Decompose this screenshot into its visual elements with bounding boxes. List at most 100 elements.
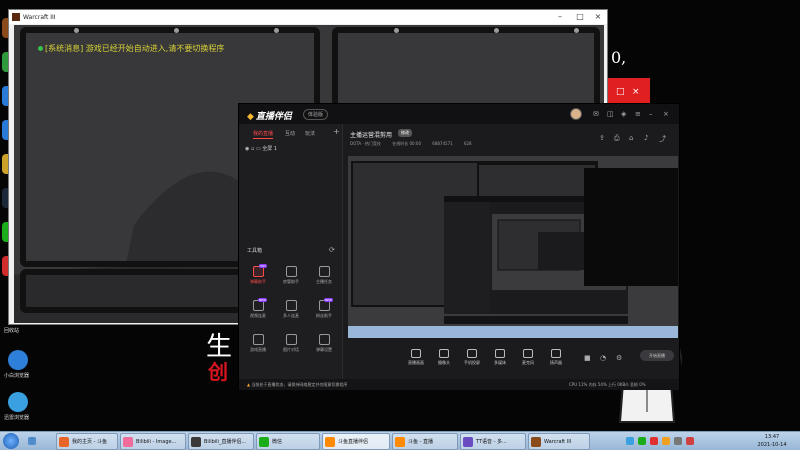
system-message: [系统消息] 游戏已经开始自动进入,请不要切换程序 bbox=[38, 43, 224, 54]
tool-label: 弹幕助手 bbox=[250, 279, 266, 284]
scene-item[interactable]: ◉ ▫ ▭ 全屏 1 bbox=[245, 145, 277, 152]
taskbar-app-icon bbox=[259, 437, 269, 447]
control-button[interactable]: 麦克风 bbox=[514, 349, 542, 366]
tab-play[interactable]: 玩法 bbox=[305, 130, 315, 137]
gift-icon[interactable]: ◫ bbox=[607, 110, 614, 118]
stream-preview[interactable] bbox=[348, 156, 678, 338]
room-meta: DOTA · 热门竞技 在线时长 00:00 68874571 628 bbox=[350, 141, 482, 147]
control-button[interactable]: 摄像头 bbox=[430, 349, 458, 366]
live-app-window[interactable]: ◆ 直播伴侣 体验版 ✉ ◫ ◈ ≡ – × 我的直播 互动 玩法 + ◉ ▫ ▭… bbox=[238, 103, 680, 390]
taskbar-app-icon bbox=[123, 437, 133, 447]
go-live-button[interactable]: 开始直播 bbox=[640, 350, 674, 361]
toolbox-title: 工具箱 bbox=[247, 248, 263, 254]
taskbar-button[interactable]: Bilibili_直播伴侣... bbox=[188, 433, 254, 450]
refresh-icon[interactable]: ⟳ bbox=[329, 246, 335, 254]
control-label: 直播画面 bbox=[408, 360, 424, 365]
taskbar-label: Bilibili_直播伴侣... bbox=[204, 439, 247, 445]
taskbar-button[interactable]: Warcraft III bbox=[528, 433, 590, 450]
tab-my-live[interactable]: 我的直播 bbox=[253, 130, 274, 139]
room-edit-button[interactable]: 修改 bbox=[398, 129, 412, 137]
print-icon[interactable]: ⎙ bbox=[614, 134, 620, 143]
room-duration: 在线时长 00:00 bbox=[392, 141, 422, 146]
taskbar-button[interactable]: 斗鱼直播伴侣 bbox=[322, 433, 390, 450]
control-icon bbox=[411, 349, 421, 358]
room-category: DOTA · 热门竞技 bbox=[350, 141, 381, 146]
tool-item[interactable]: 游戏直播 bbox=[243, 334, 273, 353]
clock-date: 2021-10-14 bbox=[757, 442, 787, 448]
red-box-glyph-2: × bbox=[632, 87, 640, 97]
tool-label: 弹幕设置 bbox=[316, 347, 332, 352]
minimize-icon[interactable]: – bbox=[649, 110, 653, 118]
tray-qq-icon[interactable] bbox=[626, 437, 634, 445]
link-icon[interactable]: ⤴ bbox=[659, 134, 666, 144]
control-button[interactable]: 扬声器 bbox=[542, 349, 570, 366]
tool-item[interactable]: 弹幕设置 bbox=[309, 334, 339, 353]
tray-antivirus-icon[interactable] bbox=[650, 437, 658, 445]
taskbar-button[interactable]: 我的主页 - 斗鱼 bbox=[56, 433, 118, 450]
lock-icon[interactable]: ⌂ bbox=[629, 134, 633, 142]
thunder-browser-icon[interactable] bbox=[8, 392, 28, 412]
taskbar-label: 斗鱼直播伴侣 bbox=[338, 439, 369, 445]
avatar[interactable] bbox=[570, 108, 582, 120]
warcraft-titlebar[interactable]: Warcraft III – □ × bbox=[9, 10, 607, 24]
rivet bbox=[494, 28, 499, 33]
flame-icon: ◆ bbox=[247, 112, 254, 122]
taskbar-label: 我的主页 - 斗鱼 bbox=[72, 439, 107, 445]
close-icon[interactable]: × bbox=[663, 110, 669, 118]
tray-ime-icon[interactable] bbox=[686, 437, 694, 445]
live-app-header[interactable]: ◆ 直播伴侣 体验版 ✉ ◫ ◈ ≡ – × bbox=[239, 104, 679, 124]
control-button[interactable]: 手机投屏 bbox=[458, 349, 486, 366]
menu-icon[interactable]: ≡ bbox=[635, 110, 641, 118]
taskbar-button[interactable]: Bilibili - Image... bbox=[120, 433, 186, 450]
skin-icon[interactable]: ◈ bbox=[621, 110, 626, 118]
camera-icon[interactable]: ■ bbox=[584, 354, 591, 362]
tool-item[interactable]: 主播任务 bbox=[309, 266, 339, 285]
minimize-button[interactable]: – bbox=[549, 10, 571, 24]
tool-item[interactable]: NEW 视频连麦 bbox=[243, 298, 273, 319]
tool-label: 房管助手 bbox=[283, 279, 299, 284]
taskbar-button[interactable]: TT语音 - 多... bbox=[460, 433, 526, 450]
share-icon[interactable]: ⇪ bbox=[599, 134, 605, 142]
tray-volume-icon[interactable] bbox=[662, 437, 670, 445]
control-icon bbox=[523, 349, 533, 358]
tool-item[interactable]: 房管助手 bbox=[276, 266, 306, 285]
taskbar-label: Bilibili - Image... bbox=[136, 439, 177, 445]
tray-wechat-icon[interactable] bbox=[638, 437, 646, 445]
desktop-app-label[interactable]: 迅雷浏览器 bbox=[4, 414, 29, 421]
taskbar-button[interactable]: 斗鱼 - 直播 bbox=[392, 433, 458, 450]
tool-item[interactable]: NEW 粉丝助手 bbox=[309, 298, 339, 319]
room-id: 68874571 bbox=[432, 141, 453, 146]
browser-icon[interactable] bbox=[8, 350, 28, 370]
taskbar-button[interactable]: 微信 bbox=[256, 433, 320, 450]
taskbar-app-icon bbox=[191, 437, 201, 447]
recycle-bin-label[interactable]: 回收站 bbox=[4, 327, 19, 334]
mail-icon[interactable]: ✉ bbox=[593, 110, 599, 118]
add-scene-button[interactable]: + bbox=[333, 127, 340, 136]
control-button[interactable]: 多媒体 bbox=[486, 349, 514, 366]
settings-gear-icon[interactable]: ⚙ bbox=[616, 354, 622, 362]
tool-icon bbox=[285, 266, 297, 277]
start-button[interactable] bbox=[3, 433, 19, 449]
version-tag[interactable]: 体验版 bbox=[303, 109, 329, 120]
tab-interact[interactable]: 互动 bbox=[285, 130, 295, 137]
desktop-app-label[interactable]: 小白浏览器 bbox=[4, 372, 29, 379]
circle-icon[interactable]: ◔ bbox=[600, 354, 606, 362]
tool-item[interactable]: 图片对话 bbox=[276, 334, 306, 353]
tool-label: 图片对话 bbox=[283, 347, 299, 352]
tray-network-icon[interactable] bbox=[674, 437, 682, 445]
control-button[interactable]: 直播画面 bbox=[402, 349, 430, 366]
taskbar-app-icon bbox=[325, 437, 335, 447]
eye-icon: ◉ bbox=[245, 146, 250, 152]
desktop-corner-text: 0, bbox=[611, 48, 627, 67]
bell-icon[interactable]: ♪ bbox=[644, 134, 648, 142]
status-footer: ▲ 当前处于直播状态，请保持网络稳定并勿随意切换程序 CPU 11% 内存 54… bbox=[239, 379, 679, 390]
close-button[interactable]: × bbox=[587, 10, 609, 24]
clock[interactable]: 13:47 2021-10-14 bbox=[747, 433, 797, 449]
tool-item[interactable]: HOT 弹幕助手 bbox=[243, 264, 273, 285]
footer-stats: CPU 11% 内存 54% 上行 0KB/s 丢帧 0% bbox=[569, 382, 646, 387]
rivet bbox=[274, 28, 279, 33]
tool-item[interactable]: 多人连麦 bbox=[276, 300, 306, 319]
lock-icon: ▫ bbox=[250, 146, 255, 152]
tool-label: 主播任务 bbox=[316, 279, 332, 284]
explorer-icon[interactable] bbox=[28, 437, 36, 445]
